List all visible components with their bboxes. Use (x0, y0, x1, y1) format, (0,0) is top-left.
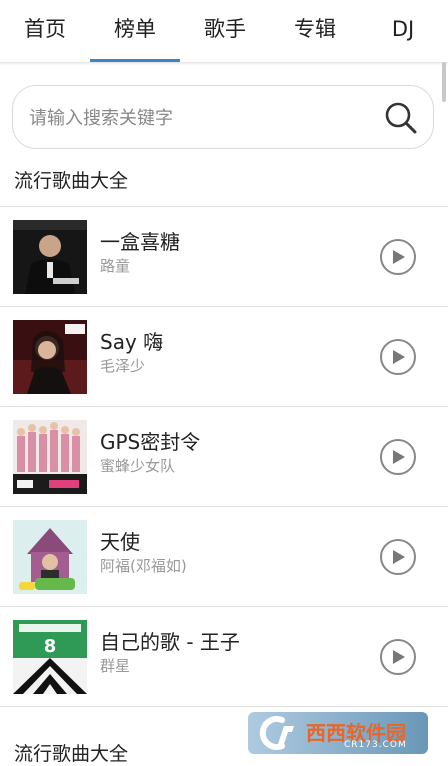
watermark-logo (259, 716, 294, 750)
list-item[interactable]: 一盒喜糖 路童 (0, 207, 448, 307)
play-icon (393, 550, 405, 564)
song-title: GPS密封令 (100, 430, 201, 454)
song-title: 天使 (100, 530, 140, 554)
song-artist: 群星 (100, 657, 131, 675)
list-item[interactable]: 8 自己的歌 - 王子 群星 (0, 607, 448, 707)
section-title: 流行歌曲大全 (14, 743, 129, 765)
watermark: 西西软件园 CR173.COM (248, 712, 428, 754)
album-cover (13, 520, 87, 594)
top-tab-bar: 首页 榜单 歌手 专辑 DJ (0, 0, 448, 63)
scrollbar[interactable] (442, 62, 446, 102)
tab-dj[interactable]: DJ (360, 0, 446, 62)
play-button[interactable] (380, 339, 416, 375)
album-cover (13, 320, 87, 394)
watermark-subtext: CR173.COM (344, 740, 407, 750)
song-artist: 毛泽少 (100, 357, 146, 375)
active-tab-indicator (90, 59, 180, 62)
tab-singers[interactable]: 歌手 (180, 0, 270, 62)
song-artist: 路童 (100, 257, 131, 275)
list-item[interactable]: Say 嗨 毛泽少 (0, 307, 448, 407)
song-title: 一盒喜糖 (100, 230, 180, 254)
search-input[interactable] (27, 100, 371, 136)
song-title: 自己的歌 - 王子 (100, 630, 240, 654)
play-button[interactable] (380, 639, 416, 675)
album-cover: 8 (13, 620, 87, 694)
song-artist: 蜜蜂少女队 (100, 457, 176, 475)
search-icon[interactable] (383, 100, 419, 136)
song-list: 一盒喜糖 路童 Say 嗨 毛泽少 GPS密封令 蜜蜂少女队 天使 阿福(邓福如… (0, 206, 448, 707)
list-item[interactable]: 天使 阿福(邓福如) (0, 507, 448, 607)
play-button[interactable] (380, 439, 416, 475)
play-icon (393, 350, 405, 364)
song-artist: 阿福(邓福如) (100, 557, 187, 575)
tab-albums[interactable]: 专辑 (270, 0, 360, 62)
play-icon (393, 650, 405, 664)
tab-charts[interactable]: 榜单 (90, 0, 180, 62)
song-title: Say 嗨 (100, 330, 164, 354)
album-cover (13, 420, 87, 494)
list-item[interactable]: GPS密封令 蜜蜂少女队 (0, 407, 448, 507)
search-box (12, 85, 434, 149)
album-cover (13, 220, 87, 294)
section-title: 流行歌曲大全 (14, 170, 129, 192)
play-icon (393, 250, 405, 264)
play-icon (393, 450, 405, 464)
svg-text:8: 8 (44, 636, 57, 657)
tab-home[interactable]: 首页 (0, 0, 90, 62)
play-button[interactable] (380, 239, 416, 275)
play-button[interactable] (380, 539, 416, 575)
